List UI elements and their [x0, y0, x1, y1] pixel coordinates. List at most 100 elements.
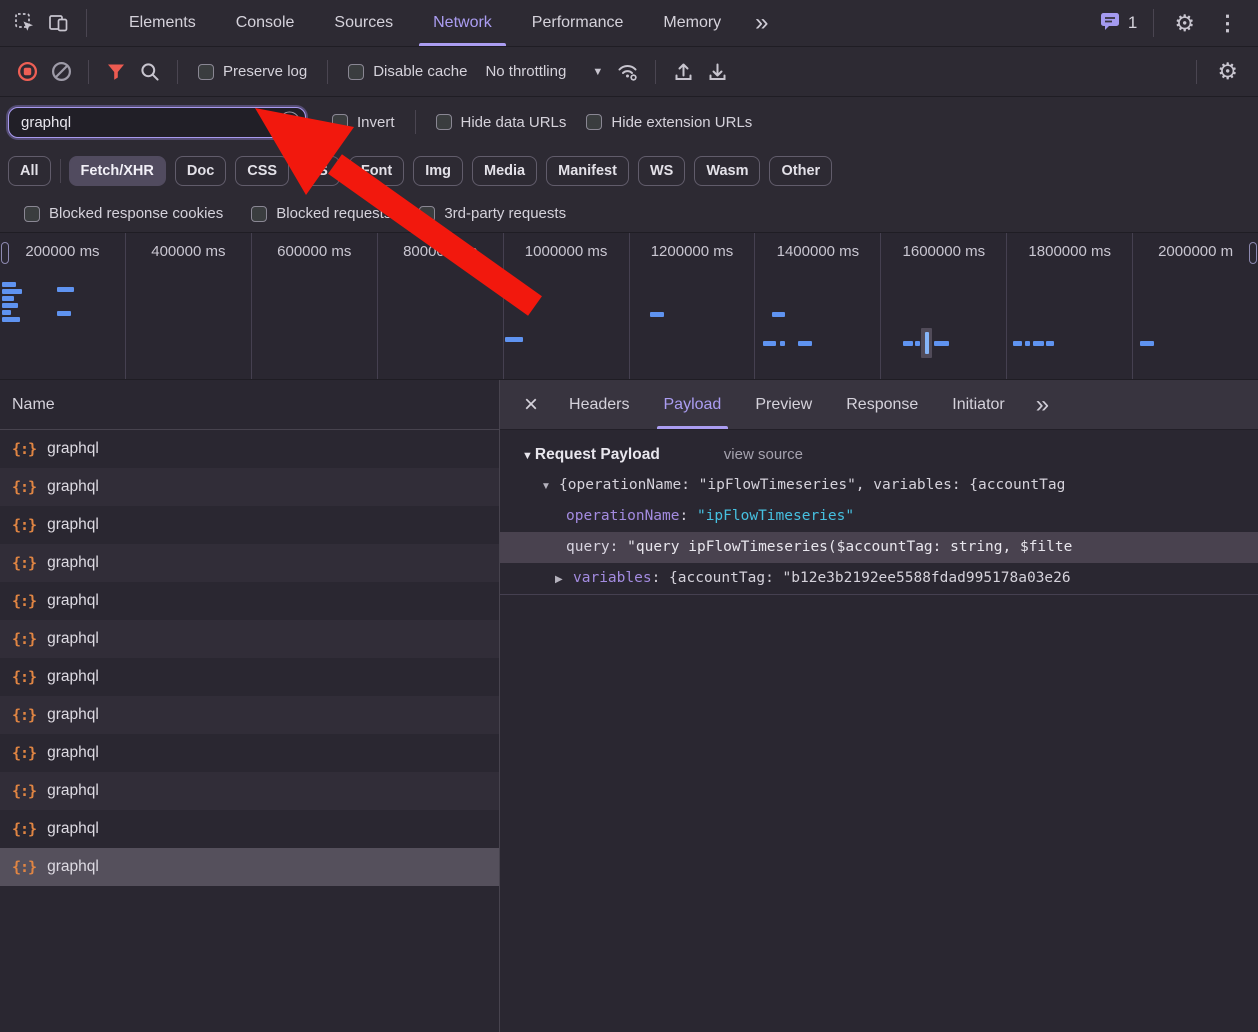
timeline-handle-left[interactable]	[1, 242, 9, 264]
device-toolbar-icon[interactable]	[42, 6, 76, 40]
more-options-kebab-icon[interactable]: ⋮	[1205, 13, 1250, 34]
checkbox[interactable]	[24, 205, 40, 222]
tab-payload[interactable]: Payload	[647, 380, 739, 429]
request-row[interactable]: {:} graphql	[0, 430, 499, 468]
checkbox[interactable]	[435, 114, 452, 130]
blocked-requests-checkbox[interactable]: Blocked requests	[251, 205, 391, 222]
tab-console[interactable]: Console	[216, 0, 315, 46]
hide-extension-urls-checkbox[interactable]: Hide extension URLs	[586, 114, 752, 131]
chip-fetch-xhr[interactable]: Fetch/XHR	[68, 156, 166, 186]
request-name: graphql	[47, 668, 99, 685]
inspect-element-icon[interactable]	[8, 6, 42, 40]
blocked-requests-label: Blocked requests	[276, 205, 392, 222]
payload-operation-name-row[interactable]: operationName: "ipFlowTimeseries"	[500, 501, 1258, 532]
blocked-response-cookies-checkbox[interactable]: Blocked response cookies	[24, 205, 223, 222]
preserve-log-label: Preserve log	[223, 63, 308, 80]
chip-font[interactable]: Font	[348, 156, 405, 186]
request-row[interactable]: {:} graphql	[0, 468, 499, 506]
divider	[86, 9, 87, 37]
expand-triangle-icon[interactable]: ▶	[555, 564, 573, 594]
xhr-braces-icon: {:}	[12, 630, 37, 648]
timeline-tick: 200000 ms	[0, 233, 126, 379]
chip-img[interactable]: Img	[413, 156, 464, 186]
chip-ws[interactable]: WS	[637, 156, 686, 186]
tab-initiator[interactable]: Initiator	[935, 380, 1021, 429]
timeline-handle-right[interactable]	[1249, 242, 1257, 264]
request-row[interactable]: {:} graphql	[0, 810, 499, 848]
divider	[655, 59, 657, 84]
close-icon[interactable]: ×	[510, 392, 552, 417]
preserve-log-checkbox[interactable]: Preserve log	[198, 63, 307, 80]
name-column-header[interactable]: Name	[0, 380, 499, 430]
payload-root-row[interactable]: ▼ {operationName: "ipFlowTimeseries", var…	[500, 470, 1258, 501]
tab-elements[interactable]: Elements	[109, 0, 216, 46]
settings-gear-icon[interactable]: ⚙	[1164, 11, 1205, 35]
waterfall-bar	[2, 282, 16, 287]
request-row[interactable]: {:} graphql	[0, 848, 499, 886]
network-overview-timeline[interactable]: 200000 ms 400000 ms 600000 ms 800000 ms …	[0, 233, 1258, 380]
xhr-braces-icon: {:}	[12, 820, 37, 838]
chip-doc[interactable]: Doc	[174, 156, 227, 186]
third-party-requests-checkbox[interactable]: 3rd-party requests	[419, 205, 566, 222]
request-row[interactable]: {:} graphql	[0, 506, 499, 544]
request-row[interactable]: {:} graphql	[0, 658, 499, 696]
json-key: operationName	[566, 508, 680, 524]
view-source-link[interactable]: view source	[724, 446, 803, 463]
request-row[interactable]: {:} graphql	[0, 582, 499, 620]
clear-filter-icon[interactable]: ✕	[279, 111, 300, 133]
network-settings-gear-icon[interactable]: ⚙	[1207, 60, 1248, 83]
waterfall-bar	[57, 311, 71, 316]
search-icon[interactable]	[133, 55, 167, 89]
waterfall-bar	[2, 303, 18, 308]
checkbox[interactable]	[251, 205, 268, 222]
chip-manifest[interactable]: Manifest	[546, 156, 629, 186]
filter-funnel-icon[interactable]	[99, 55, 133, 89]
request-name: graphql	[47, 744, 99, 761]
tab-headers[interactable]: Headers	[552, 380, 646, 429]
tab-sources[interactable]: Sources	[314, 0, 413, 46]
request-name: graphql	[47, 440, 99, 457]
tab-performance[interactable]: Performance	[512, 0, 644, 46]
more-detail-tabs-icon[interactable]: »	[1022, 392, 1063, 417]
more-panels-icon[interactable]: »	[741, 11, 782, 35]
waterfall-bar	[505, 337, 523, 342]
request-row[interactable]: {:} graphql	[0, 734, 499, 772]
hide-data-urls-checkbox[interactable]: Hide data URLs	[435, 114, 566, 131]
chip-js[interactable]: JS	[298, 156, 340, 186]
request-row[interactable]: {:} graphql	[0, 772, 499, 810]
network-conditions-icon[interactable]	[611, 55, 645, 89]
import-har-icon[interactable]	[666, 55, 700, 89]
invert-checkbox[interactable]: Invert	[332, 114, 395, 131]
clear-network-log-icon[interactable]	[44, 55, 78, 89]
checkbox[interactable]	[332, 114, 348, 130]
checkbox[interactable]	[198, 63, 214, 80]
filter-input[interactable]	[8, 106, 306, 138]
export-har-icon[interactable]	[700, 55, 734, 89]
record-network-log-icon[interactable]	[10, 55, 44, 89]
request-row[interactable]: {:} graphql	[0, 696, 499, 734]
tab-memory[interactable]: Memory	[643, 0, 741, 46]
request-row[interactable]: {:} graphql	[0, 544, 499, 582]
checkbox[interactable]	[586, 114, 603, 130]
tab-network[interactable]: Network	[413, 0, 512, 46]
tab-response[interactable]: Response	[829, 380, 935, 429]
chip-css[interactable]: CSS	[235, 156, 290, 186]
payload-query-row-selected[interactable]: query: "query ipFlowTimeseries($accountT…	[500, 532, 1258, 563]
expand-triangle-icon[interactable]: ▼	[541, 471, 559, 501]
chip-wasm[interactable]: Wasm	[694, 156, 761, 186]
xhr-braces-icon: {:}	[12, 744, 37, 762]
disable-cache-checkbox[interactable]: Disable cache	[348, 63, 467, 80]
divider	[1196, 59, 1198, 84]
filter-row: ✕ Invert Hide data URLs Hide extension U…	[0, 97, 1258, 147]
collapse-triangle-icon[interactable]: ▼	[522, 450, 533, 462]
request-row[interactable]: {:} graphql	[0, 620, 499, 658]
chip-other[interactable]: Other	[769, 156, 833, 186]
checkbox[interactable]	[419, 205, 436, 222]
tab-preview[interactable]: Preview	[738, 380, 829, 429]
issues-button[interactable]: 1	[1093, 11, 1143, 36]
chip-media[interactable]: Media	[472, 156, 538, 186]
payload-variables-row[interactable]: ▶ variables: {accountTag: "b12e3b2192ee55…	[500, 563, 1258, 594]
checkbox[interactable]	[348, 63, 365, 80]
chip-all[interactable]: All	[8, 156, 51, 186]
throttling-select[interactable]: No throttling ▼	[485, 63, 603, 80]
